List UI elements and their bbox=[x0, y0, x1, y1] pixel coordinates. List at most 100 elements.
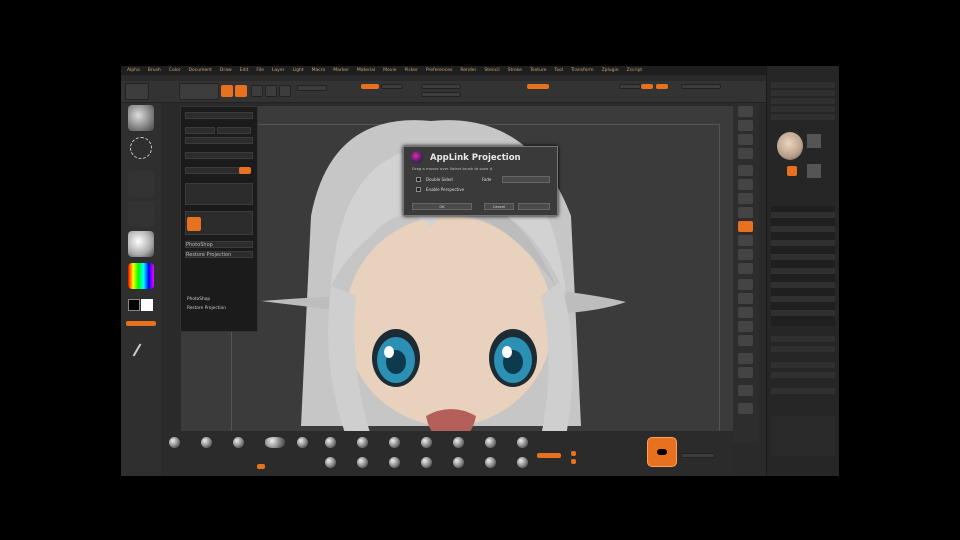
brush-inflate-icon[interactable] bbox=[297, 437, 308, 448]
tool-palette-row[interactable] bbox=[771, 388, 835, 394]
popup-orange-toggle[interactable] bbox=[239, 167, 251, 174]
subtool-item[interactable] bbox=[771, 226, 835, 232]
menu-item[interactable]: Tool bbox=[554, 68, 563, 73]
secondary-color-swatch[interactable] bbox=[128, 299, 140, 311]
subtool-item[interactable] bbox=[771, 254, 835, 260]
menu-item[interactable]: Color bbox=[169, 68, 181, 73]
polyf-button[interactable] bbox=[738, 279, 753, 290]
orange-toggle[interactable] bbox=[537, 453, 561, 458]
brush-alt-icon[interactable] bbox=[421, 457, 432, 468]
tool-palette-row[interactable] bbox=[771, 82, 835, 88]
brush-alt-icon[interactable] bbox=[453, 457, 464, 468]
menu-item[interactable]: Edit bbox=[240, 68, 249, 73]
brush-trim-icon[interactable] bbox=[485, 437, 496, 448]
popup-option[interactable] bbox=[185, 137, 253, 144]
persp-button[interactable] bbox=[738, 165, 753, 176]
local-button[interactable] bbox=[738, 193, 753, 204]
brush-move-icon[interactable] bbox=[201, 437, 212, 448]
popup-item[interactable]: Restore Projection bbox=[185, 251, 253, 258]
menu-item[interactable]: Stencil bbox=[484, 68, 499, 73]
zsub-button[interactable] bbox=[381, 84, 403, 89]
popup-footer-label[interactable]: Restore Projection bbox=[187, 306, 226, 311]
orange-toggle[interactable] bbox=[571, 459, 576, 464]
subtool-item[interactable] bbox=[771, 212, 835, 218]
projection-master-button[interactable] bbox=[125, 83, 149, 100]
cancel-button[interactable]: Cancel bbox=[484, 203, 514, 210]
menu-item[interactable]: Render bbox=[460, 68, 476, 73]
brush-pinch-icon[interactable] bbox=[325, 437, 336, 448]
tool-palette-row[interactable] bbox=[771, 346, 835, 352]
menu-item[interactable]: Document bbox=[189, 68, 212, 73]
zoom-button[interactable] bbox=[738, 120, 753, 131]
brush-alt-icon[interactable] bbox=[517, 457, 528, 468]
draw-button[interactable] bbox=[235, 85, 247, 97]
edit-button[interactable] bbox=[221, 85, 233, 97]
popup-footer-label[interactable]: PhotoShop bbox=[187, 297, 210, 302]
xpose-button[interactable] bbox=[738, 335, 753, 346]
fade-slider[interactable] bbox=[502, 176, 550, 183]
brush-smooth-icon[interactable] bbox=[389, 437, 400, 448]
ghost-button[interactable] bbox=[738, 307, 753, 318]
menu-item[interactable]: Alpha bbox=[127, 68, 140, 73]
subtool-item[interactable] bbox=[771, 240, 835, 246]
transp-button[interactable] bbox=[738, 293, 753, 304]
scroll-button[interactable] bbox=[738, 106, 753, 117]
subtool-item[interactable] bbox=[771, 310, 835, 316]
xyz-button[interactable] bbox=[738, 207, 753, 218]
orange-gem-icon[interactable] bbox=[787, 166, 797, 176]
menu-item[interactable]: Transform bbox=[571, 68, 593, 73]
floor-button[interactable] bbox=[738, 179, 753, 190]
frame-button[interactable] bbox=[738, 221, 753, 232]
brush-standard-icon[interactable] bbox=[169, 437, 180, 448]
brush-flatten-icon[interactable] bbox=[357, 437, 368, 448]
focal-shift-slider[interactable] bbox=[421, 84, 461, 89]
tool-palette-row[interactable] bbox=[771, 98, 835, 104]
tool-palette-row[interactable] bbox=[771, 106, 835, 112]
texture-icon[interactable] bbox=[128, 201, 154, 227]
menu-item[interactable]: Preferences bbox=[426, 68, 452, 73]
menu-item[interactable]: Macro bbox=[312, 68, 326, 73]
alpha-icon[interactable] bbox=[128, 171, 154, 197]
brush-polish-icon[interactable] bbox=[421, 437, 432, 448]
dialog-secondary-button[interactable] bbox=[518, 203, 550, 210]
popup-option[interactable] bbox=[185, 152, 253, 159]
menu-item[interactable]: Material bbox=[357, 68, 375, 73]
popup-option[interactable] bbox=[217, 127, 251, 134]
menu-item[interactable]: Stroke bbox=[508, 68, 522, 73]
subtool-item[interactable] bbox=[771, 282, 835, 288]
brush-mask-icon[interactable] bbox=[453, 437, 464, 448]
menu-item[interactable]: Draw bbox=[220, 68, 232, 73]
dynamic-button[interactable] bbox=[619, 84, 641, 89]
solo-button[interactable] bbox=[738, 321, 753, 332]
actual-button[interactable] bbox=[738, 134, 753, 145]
menu-item[interactable]: Brush bbox=[148, 68, 161, 73]
popup-option[interactable] bbox=[185, 167, 241, 174]
tool-palette-section[interactable] bbox=[771, 416, 835, 456]
orange-toggle[interactable] bbox=[571, 451, 576, 456]
spix-slider[interactable] bbox=[681, 84, 721, 89]
popup-item[interactable]: PhotoShop bbox=[185, 241, 253, 248]
main-color-swatch[interactable] bbox=[141, 299, 153, 311]
move-button[interactable] bbox=[251, 85, 263, 97]
rotate-button[interactable] bbox=[279, 85, 291, 97]
tool-palette-row[interactable] bbox=[771, 336, 835, 342]
brush-clay-icon[interactable] bbox=[233, 437, 244, 448]
tool-thumbnail[interactable] bbox=[777, 132, 803, 160]
draw-size-slider[interactable] bbox=[421, 92, 461, 97]
view-extra-button[interactable] bbox=[738, 353, 753, 364]
menu-item[interactable]: Movie bbox=[383, 68, 396, 73]
menu-item[interactable]: Marker bbox=[333, 68, 349, 73]
double-sided-checkbox[interactable] bbox=[416, 177, 421, 182]
stroke-icon[interactable] bbox=[130, 137, 152, 159]
subtool-list[interactable] bbox=[771, 206, 835, 326]
brush-alt-icon[interactable] bbox=[389, 457, 400, 468]
menu-item[interactable]: Picker bbox=[404, 68, 417, 73]
menu-item[interactable]: Zplugin bbox=[602, 68, 619, 73]
tool-palette-row[interactable] bbox=[771, 114, 835, 120]
view-extra-button[interactable] bbox=[738, 385, 753, 396]
view-extra-button[interactable] bbox=[738, 367, 753, 378]
ok-button[interactable]: OK bbox=[412, 203, 472, 210]
popup-options-grid[interactable] bbox=[185, 183, 253, 205]
subtool-item[interactable] bbox=[771, 296, 835, 302]
tool-palette-row[interactable] bbox=[771, 90, 835, 96]
